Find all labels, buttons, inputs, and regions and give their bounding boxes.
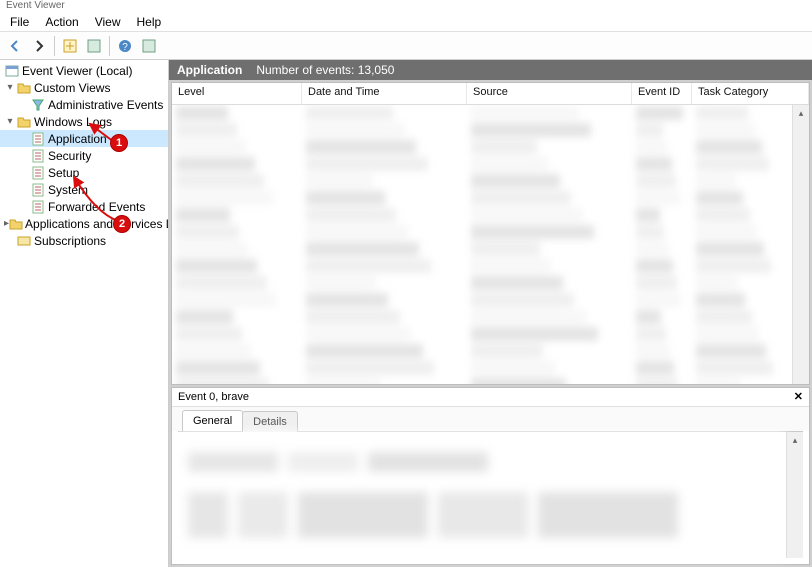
- svg-text:?: ?: [122, 42, 128, 53]
- folder-icon: [9, 216, 23, 232]
- tree-label: Subscriptions: [34, 234, 106, 248]
- tree-label: Windows Logs: [34, 115, 112, 129]
- tree-label: Security: [48, 149, 91, 163]
- table-row[interactable]: [172, 122, 792, 139]
- col-eventid[interactable]: Event ID: [632, 83, 692, 104]
- scroll-up-icon[interactable]: ▴: [787, 432, 803, 449]
- detail-title: Event 0, brave: [178, 391, 249, 403]
- back-button[interactable]: [4, 35, 26, 57]
- table-row[interactable]: [172, 275, 792, 292]
- detail-scrollbar[interactable]: ▴: [786, 432, 803, 558]
- table-row[interactable]: [172, 224, 792, 241]
- menu-view[interactable]: View: [87, 13, 129, 31]
- toolbar-separator: [109, 36, 110, 56]
- list-body[interactable]: // generated below ▴: [172, 105, 809, 384]
- tree-label: Setup: [48, 166, 79, 180]
- toolbar: ?: [0, 32, 812, 60]
- expand-icon[interactable]: ▾: [4, 116, 16, 127]
- tree-system[interactable]: System: [0, 181, 168, 198]
- table-row[interactable]: [172, 139, 792, 156]
- log-icon: [30, 182, 46, 198]
- log-icon: [30, 131, 46, 147]
- table-row[interactable]: [172, 241, 792, 258]
- menubar: File Action View Help: [0, 12, 812, 32]
- content-pane: Application Number of events: 13,050 Lev…: [169, 60, 812, 567]
- tree-root[interactable]: Event Viewer (Local): [0, 62, 168, 79]
- event-count: Number of events: 13,050: [256, 63, 394, 77]
- table-row[interactable]: [172, 360, 792, 377]
- table-row[interactable]: [172, 258, 792, 275]
- folder-icon: [16, 114, 32, 130]
- table-row[interactable]: [172, 207, 792, 224]
- scroll-up-icon[interactable]: ▴: [793, 105, 809, 122]
- tree-apps-services[interactable]: ▸ Applications and Services Lo: [0, 215, 168, 232]
- table-row[interactable]: [172, 105, 792, 122]
- table-row[interactable]: [172, 343, 792, 360]
- log-icon: [30, 148, 46, 164]
- help-button[interactable]: ?: [114, 35, 136, 57]
- tree-custom-views[interactable]: ▾ Custom Views: [0, 79, 168, 96]
- menu-help[interactable]: Help: [129, 13, 170, 31]
- tree-security[interactable]: Security: [0, 147, 168, 164]
- table-row[interactable]: [172, 292, 792, 309]
- expand-icon[interactable]: ▾: [4, 82, 16, 93]
- col-datetime[interactable]: Date and Time: [302, 83, 467, 104]
- col-taskcat[interactable]: Task Category: [692, 83, 809, 104]
- content-header: Application Number of events: 13,050: [169, 60, 812, 80]
- event-list[interactable]: Level Date and Time Source Event ID Task…: [171, 82, 810, 385]
- table-row[interactable]: [172, 173, 792, 190]
- toolbar-separator: [54, 36, 55, 56]
- forward-button[interactable]: [28, 35, 50, 57]
- column-headers[interactable]: Level Date and Time Source Event ID Task…: [172, 83, 809, 105]
- tree-label: Forwarded Events: [48, 200, 145, 214]
- detail-content: [178, 432, 786, 558]
- tree-label: System: [48, 183, 88, 197]
- log-icon: [30, 199, 46, 215]
- tree-root-label: Event Viewer (Local): [22, 64, 133, 78]
- tree-forwarded[interactable]: Forwarded Events: [0, 198, 168, 215]
- tree-windows-logs[interactable]: ▾ Windows Logs: [0, 113, 168, 130]
- log-icon: [30, 165, 46, 181]
- table-row[interactable]: [172, 309, 792, 326]
- tree-setup[interactable]: Setup: [0, 164, 168, 181]
- refresh-button[interactable]: [83, 35, 105, 57]
- tab-general[interactable]: General: [182, 410, 243, 431]
- properties-button[interactable]: [138, 35, 160, 57]
- tree-label: Custom Views: [34, 81, 110, 95]
- table-row[interactable]: [172, 377, 792, 384]
- table-row[interactable]: [172, 190, 792, 207]
- detail-tabs: General Details: [172, 407, 809, 431]
- col-source[interactable]: Source: [467, 83, 632, 104]
- show-tree-button[interactable]: [59, 35, 81, 57]
- tree-label: Applications and Services Lo: [25, 217, 169, 231]
- menu-action[interactable]: Action: [37, 13, 86, 31]
- tree-admin-events[interactable]: Administrative Events: [0, 96, 168, 113]
- tree-label: Administrative Events: [48, 98, 163, 112]
- vertical-scrollbar[interactable]: ▴: [792, 105, 809, 384]
- subscriptions-icon: [16, 233, 32, 249]
- tree-label: Application: [48, 132, 107, 146]
- filter-icon: [30, 97, 46, 113]
- detail-pane: Event 0, brave ✕ General Details: [171, 387, 810, 565]
- table-row[interactable]: [172, 326, 792, 343]
- window-title: Event Viewer: [0, 0, 812, 12]
- navigation-tree[interactable]: Event Viewer (Local) ▾ Custom Views Admi…: [0, 60, 169, 567]
- tree-subscriptions[interactable]: Subscriptions: [0, 232, 168, 249]
- col-level[interactable]: Level: [172, 83, 302, 104]
- close-icon[interactable]: ✕: [794, 390, 803, 403]
- folder-icon: [16, 80, 32, 96]
- event-viewer-icon: [4, 63, 20, 79]
- content-title: Application: [177, 63, 242, 77]
- tree-application[interactable]: Application: [0, 130, 168, 147]
- table-row[interactable]: [172, 156, 792, 173]
- menu-file[interactable]: File: [2, 13, 37, 31]
- tab-details[interactable]: Details: [242, 411, 298, 432]
